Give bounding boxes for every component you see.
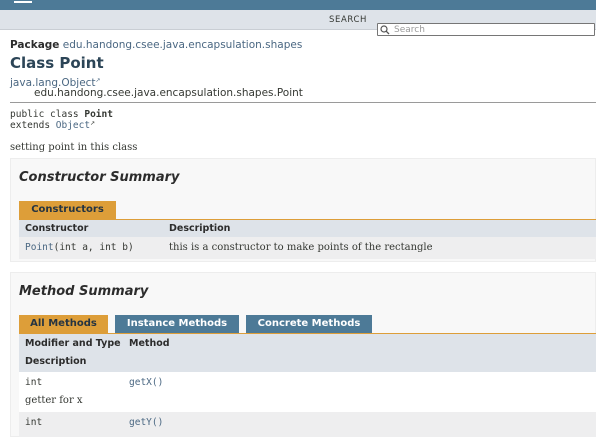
method-return-type: int	[25, 417, 43, 428]
divider	[10, 102, 596, 103]
tab-concrete-methods[interactable]: Concrete Methods	[246, 315, 372, 333]
column-header-modifier: Modifier and Type	[25, 338, 121, 349]
method-return-type: int	[25, 377, 43, 388]
superclass-link[interactable]: Object	[56, 120, 90, 131]
search-input[interactable]: Search	[377, 23, 595, 36]
inheritance-current: edu.handong.csee.java.encapsulation.shap…	[34, 87, 303, 99]
external-link-icon: ↗	[90, 120, 96, 127]
constructor-signature: Point(int a, int b)	[25, 242, 134, 253]
class-signature: public class Point	[10, 109, 113, 120]
search-icon	[380, 25, 390, 35]
constructor-table: Constructor Description Point(int a, int…	[19, 220, 596, 259]
method-summary-title: Method Summary	[19, 284, 149, 299]
external-link-icon: ↗	[95, 77, 101, 84]
method-summary: Method Summary All Methods Instance Meth…	[10, 272, 596, 437]
method-link-getx[interactable]: getX()	[129, 377, 163, 388]
tab-instance-methods[interactable]: Instance Methods	[115, 315, 239, 333]
table-row: int getX() getter for x	[19, 372, 596, 412]
constructor-summary: Constructor Summary Constructors Constru…	[10, 158, 596, 262]
top-nav-bar	[0, 0, 596, 10]
sub-nav-bar: SEARCH Search	[0, 10, 596, 36]
tab-constructors[interactable]: Constructors	[19, 201, 116, 219]
signature-prefix: public class	[10, 109, 85, 120]
extends-prefix: extends	[10, 120, 56, 131]
package-label: Package	[10, 39, 60, 51]
search-placeholder: Search	[394, 25, 425, 35]
table-header-row: Modifier and Type Method Description	[19, 334, 596, 372]
constructor-link[interactable]: Point	[25, 242, 54, 253]
page-title: Class Point	[10, 54, 104, 72]
method-description: getter for x	[25, 395, 83, 406]
search-label: SEARCH	[329, 15, 367, 25]
class-extends: extends Object↗	[10, 120, 95, 131]
column-header-description: Description	[169, 223, 231, 234]
package-link[interactable]: edu.handong.csee.java.encapsulation.shap…	[63, 39, 303, 51]
menu-icon[interactable]	[14, 1, 32, 3]
method-link-gety[interactable]: getY()	[129, 417, 163, 428]
constructor-params: (int a, int b)	[53, 242, 134, 253]
class-description: setting point in this class	[10, 142, 138, 153]
column-header-description: Description	[25, 356, 87, 367]
table-row: Point(int a, int b) this is a constructo…	[19, 237, 596, 259]
constructor-description: this is a constructor to make points of …	[169, 242, 433, 253]
package-line: Package edu.handong.csee.java.encapsulat…	[10, 39, 302, 51]
column-header-method: Method	[129, 338, 170, 349]
signature-class-name: Point	[84, 109, 113, 120]
table-header-row: Constructor Description	[19, 220, 596, 237]
method-table: Modifier and Type Method Description int…	[19, 334, 596, 437]
tab-all-methods[interactable]: All Methods	[19, 315, 108, 333]
constructor-summary-title: Constructor Summary	[19, 170, 180, 185]
column-header-constructor: Constructor	[25, 223, 89, 234]
table-row: int getY()	[19, 412, 596, 437]
